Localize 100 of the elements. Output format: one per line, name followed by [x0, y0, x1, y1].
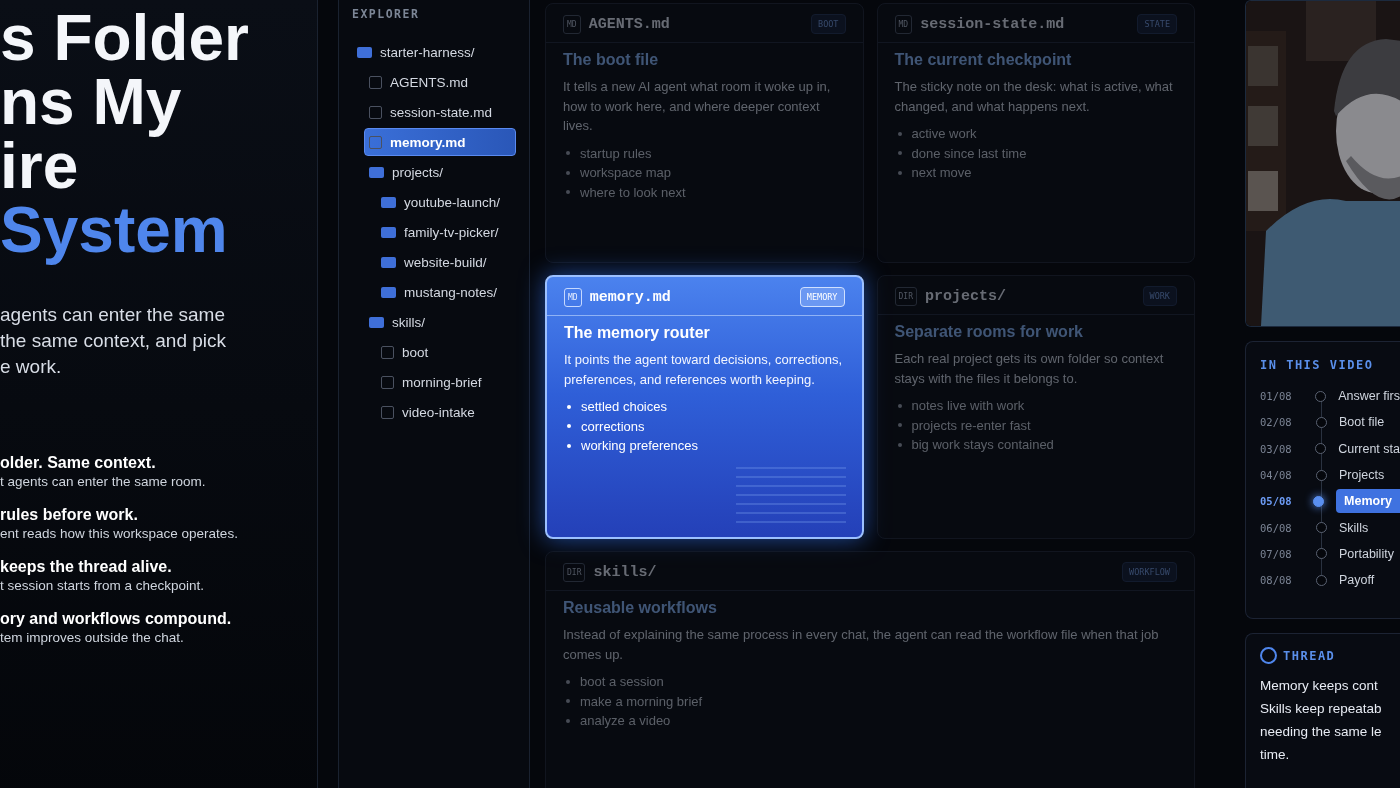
folder-item[interactable]: website-build/ [376, 248, 516, 276]
card-heading: The current checkpoint [894, 51, 1072, 69]
file-item[interactable]: AGENTS.md [364, 68, 516, 96]
chapter-number: 07/08 [1260, 547, 1293, 560]
file-name: projects/ [924, 287, 1006, 305]
file-card[interactable]: MD AGENTS.md BOOT The boot file It tells a new AI agent what room it woke up in, how to work here, and where deeper context lives. startup rules workspace map where to look next [545, 3, 864, 263]
bullet-item: boot a session [580, 673, 664, 691]
bullet-item: working preferences [581, 437, 699, 455]
chapter-item[interactable]: Current sta [1338, 441, 1400, 456]
card-heading: The memory router [564, 324, 710, 342]
chapter-number: 05/08 [1260, 495, 1293, 508]
thread-text: time. [1260, 746, 1290, 764]
file-item[interactable]: boot [376, 338, 516, 366]
bullet-icon [566, 679, 570, 684]
folder-icon [369, 316, 384, 328]
file-item[interactable]: morning-brief [376, 368, 516, 396]
chapter-number: 08/08 [1260, 574, 1293, 587]
bullet-item: workspace map [580, 164, 672, 182]
file-card[interactable]: DIR projects/ WORK Separate rooms for work Each real project gets its own folder so context stays with the files it belongs to. notes live with work projects re-enter fast big work stays contained [876, 275, 1195, 539]
bullet-icon [566, 718, 570, 723]
file-card[interactable] [545, 551, 1195, 788]
bullet-icon [567, 424, 571, 429]
chapter-number: 02/08 [1260, 416, 1293, 429]
type-label: MD [894, 14, 913, 34]
card-description: The sticky note on the desk: what is active, what changed, and what happens next. [894, 78, 1174, 116]
file-icon [369, 75, 382, 89]
file-card[interactable]: MD memory.md MEMORY The memory router It points the agent toward decisions, corrections, preferences, and references worth keeping. settled choices corrections working preferences [545, 275, 864, 539]
card-description: It points the agent toward decisions, corrections, preferences, and references worth keeping. [564, 351, 844, 389]
folder-icon [381, 256, 396, 268]
folder-item[interactable]: youtube-launch/ [376, 188, 516, 216]
chapter-item[interactable]: Payoff [1339, 573, 1375, 588]
file-name: skills/ [593, 563, 657, 581]
tag-label: WORKFLOW [1122, 562, 1177, 582]
tag-label: STATE [1137, 14, 1177, 34]
point-title: rules before work. [0, 506, 138, 524]
file-name: session-state.md [920, 15, 1065, 33]
thread-text: needing the same le [1260, 723, 1382, 741]
point-title: older. Same context. [0, 454, 156, 472]
bullet-icon [566, 170, 570, 175]
file-icon [369, 105, 382, 119]
bullet-item: next move [911, 164, 972, 182]
folder-item[interactable]: skills/ [364, 308, 516, 336]
chapter-item[interactable]: Boot file [1339, 415, 1385, 430]
folder-item[interactable]: family-tv-picker/ [376, 218, 516, 246]
chapter-item[interactable]: Projects [1339, 468, 1385, 483]
file-icon [381, 375, 394, 389]
point-text: ent reads how this workspace operates. [0, 526, 238, 541]
type-label: MD [563, 14, 581, 34]
chapter-number: 03/08 [1260, 442, 1293, 455]
chapter-number: 06/08 [1260, 521, 1293, 534]
thread-text: Memory keeps cont [1260, 677, 1378, 695]
chapter-number: 04/08 [1260, 469, 1293, 482]
file-icon [381, 345, 394, 359]
folder-icon [357, 46, 372, 58]
type-label: MD [564, 287, 582, 307]
point-title: keeps the thread alive. [0, 558, 172, 576]
panel-title: THREAD [1283, 648, 1336, 663]
card-heading: Reusable workflows [563, 599, 717, 617]
folder-item[interactable]: starter-harness/ [352, 38, 516, 66]
file-item[interactable]: memory.md [364, 128, 516, 156]
file-name: AGENTS.md [588, 15, 670, 33]
tag-label: WORK [1142, 286, 1177, 306]
intro-text: agents can enter the same [0, 303, 225, 327]
chapter-item[interactable]: Skills [1339, 520, 1369, 535]
chapter-item[interactable]: Answer firs [1338, 389, 1400, 404]
bullet-item: big work stays contained [911, 436, 1054, 454]
circle-icon [1260, 647, 1277, 664]
headline-text: ire [0, 134, 79, 198]
file-name: memory.md [589, 288, 671, 306]
file-item[interactable]: session-state.md [364, 98, 516, 126]
headline-text: s Folder [0, 6, 249, 70]
bullet-item: notes live with work [911, 397, 1025, 415]
explorer-title: EXPLORER [352, 7, 420, 21]
folder-item[interactable]: projects/ [364, 158, 516, 186]
point-text: tem improves outside the chat. [0, 630, 184, 645]
card-heading: The boot file [563, 51, 659, 69]
point-text: t session starts from a checkpoint. [0, 578, 205, 593]
folder-icon [381, 196, 396, 208]
intro-text: e work. [0, 355, 62, 379]
file-item[interactable]: video-intake [376, 398, 516, 426]
bullet-icon [566, 190, 570, 195]
bullet-item: active work [911, 125, 977, 143]
bullet-item: done since last time [911, 144, 1027, 163]
tag-label: BOOT [811, 14, 846, 34]
file-icon [369, 135, 382, 149]
bullet-icon [566, 699, 570, 704]
intro-text: the same context, and pick [0, 329, 226, 353]
bullet-icon [897, 170, 902, 175]
bullet-item: make a morning brief [580, 692, 703, 711]
chapter-item[interactable]: Portability [1339, 546, 1394, 561]
folder-item[interactable]: mustang-notes/ [376, 278, 516, 306]
point-title: ory and workflows compound. [0, 610, 232, 628]
file-card[interactable]: MD session-state.md STATE The current checkpoint The sticky note on the desk: what is active, what changed, and what happens next. active work done since last time next move [876, 3, 1195, 263]
chapter-item[interactable]: Memory [1336, 489, 1400, 514]
point-text: t agents can enter the same room. [0, 474, 206, 489]
bullet-icon [566, 151, 570, 156]
panel-title: IN THIS VIDEO [1260, 358, 1374, 372]
bullet-item: corrections [581, 417, 645, 436]
card-description: Instead of explaining the same process in every chat, the agent can read the workflow file when that job comes up. [563, 626, 1160, 664]
bullet-icon [567, 404, 571, 409]
